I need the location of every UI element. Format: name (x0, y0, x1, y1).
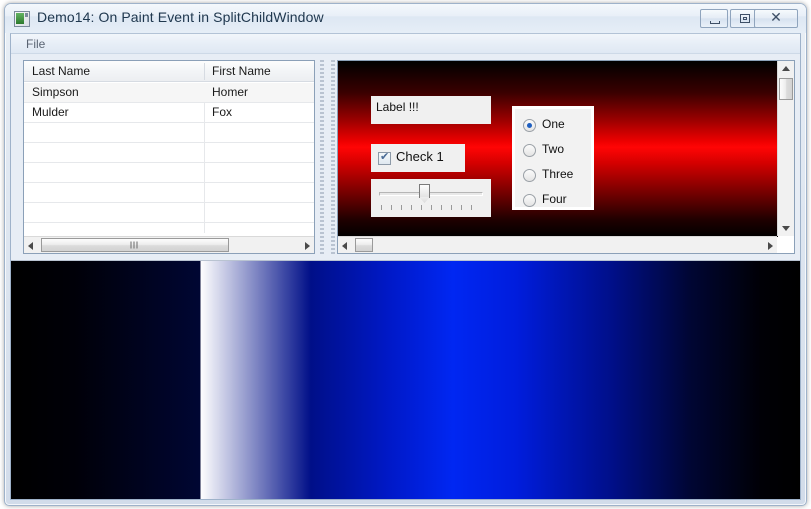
slider-control[interactable] (371, 179, 491, 217)
red-paint-pane[interactable]: Label !!! Check 1 One (337, 60, 795, 254)
checkbox-label: Check 1 (396, 149, 444, 164)
table-row[interactable] (24, 163, 314, 183)
scroll-right-icon[interactable] (768, 242, 773, 250)
radio-label: Two (542, 142, 565, 156)
checkbox-checked-icon[interactable] (378, 150, 391, 165)
blue-gradient-canvas (11, 261, 800, 499)
listview-horizontal-scrollbar[interactable] (24, 236, 314, 253)
title-bar[interactable]: Demo14: On Paint Event in SplitChildWind… (5, 4, 806, 33)
minimize-button[interactable] (700, 9, 728, 28)
listview-header: Last Name First Name (24, 61, 314, 82)
table-row[interactable] (24, 183, 314, 203)
table-row[interactable]: Mulder Fox (24, 103, 314, 123)
paint-pane-vertical-scrollbar[interactable] (777, 61, 794, 236)
column-divider[interactable] (204, 63, 205, 80)
column-header-last-name[interactable]: Last Name (32, 64, 90, 78)
label-control-text: Label !!! (376, 100, 419, 114)
radio-unselected-icon[interactable] (523, 144, 536, 157)
close-button[interactable]: ✕ (754, 9, 798, 28)
radio-unselected-icon[interactable] (523, 169, 536, 182)
red-gradient-canvas: Label !!! Check 1 One (338, 61, 778, 237)
checkbox-control[interactable]: Check 1 (371, 144, 465, 172)
listview-pane[interactable]: Last Name First Name Simpson Homer Mulde… (23, 60, 315, 254)
splitter-handle[interactable] (319, 60, 337, 254)
label-control: Label !!! (371, 96, 491, 124)
window-title: Demo14: On Paint Event in SplitChildWind… (37, 9, 324, 25)
radio-group: One Two Three Four (512, 106, 594, 210)
radio-unselected-icon[interactable] (523, 194, 536, 207)
blue-paint-pane[interactable]: Click Maximize (11, 260, 800, 499)
splitter-grip-icon (331, 60, 335, 254)
client-area: File Last Name First Name Simpson Homer … (10, 33, 801, 500)
slider-track[interactable] (379, 192, 483, 196)
menu-item-file[interactable]: File (20, 36, 51, 52)
menu-bar: File (11, 34, 800, 54)
cell-last-name: Simpson (32, 85, 79, 99)
application-window: Demo14: On Paint Event in SplitChildWind… (4, 3, 807, 506)
radio-label: One (542, 117, 565, 131)
slider-ticks (381, 205, 481, 210)
scroll-up-icon[interactable] (782, 66, 790, 71)
cell-first-name: Homer (212, 85, 249, 99)
slider-thumb[interactable] (419, 184, 430, 198)
restore-icon (740, 14, 750, 23)
table-row[interactable]: Simpson Homer (24, 83, 314, 103)
scroll-left-icon[interactable] (28, 242, 33, 250)
close-icon: ✕ (770, 10, 782, 26)
scrollbar-thumb[interactable] (355, 238, 373, 252)
cell-first-name: Fox (212, 105, 233, 119)
table-row[interactable] (24, 143, 314, 163)
top-split-region: Last Name First Name Simpson Homer Mulde… (11, 54, 800, 260)
column-header-first-name[interactable]: First Name (212, 64, 271, 78)
grip-icon (130, 241, 140, 249)
table-row[interactable] (24, 203, 314, 223)
paint-pane-horizontal-scrollbar[interactable] (338, 236, 777, 253)
scrollbar-thumb[interactable] (779, 78, 793, 100)
app-icon (14, 11, 30, 27)
scroll-right-icon[interactable] (305, 242, 310, 250)
scroll-left-icon[interactable] (342, 242, 347, 250)
splitter-grip-icon (320, 60, 324, 254)
table-row[interactable] (24, 123, 314, 143)
radio-label: Four (542, 192, 567, 206)
radio-selected-icon[interactable] (523, 119, 536, 132)
radio-label: Three (542, 167, 574, 181)
cell-last-name: Mulder (32, 105, 69, 119)
scroll-down-icon[interactable] (782, 226, 790, 231)
scrollbar-thumb[interactable] (41, 238, 229, 252)
minimize-icon (710, 21, 720, 24)
